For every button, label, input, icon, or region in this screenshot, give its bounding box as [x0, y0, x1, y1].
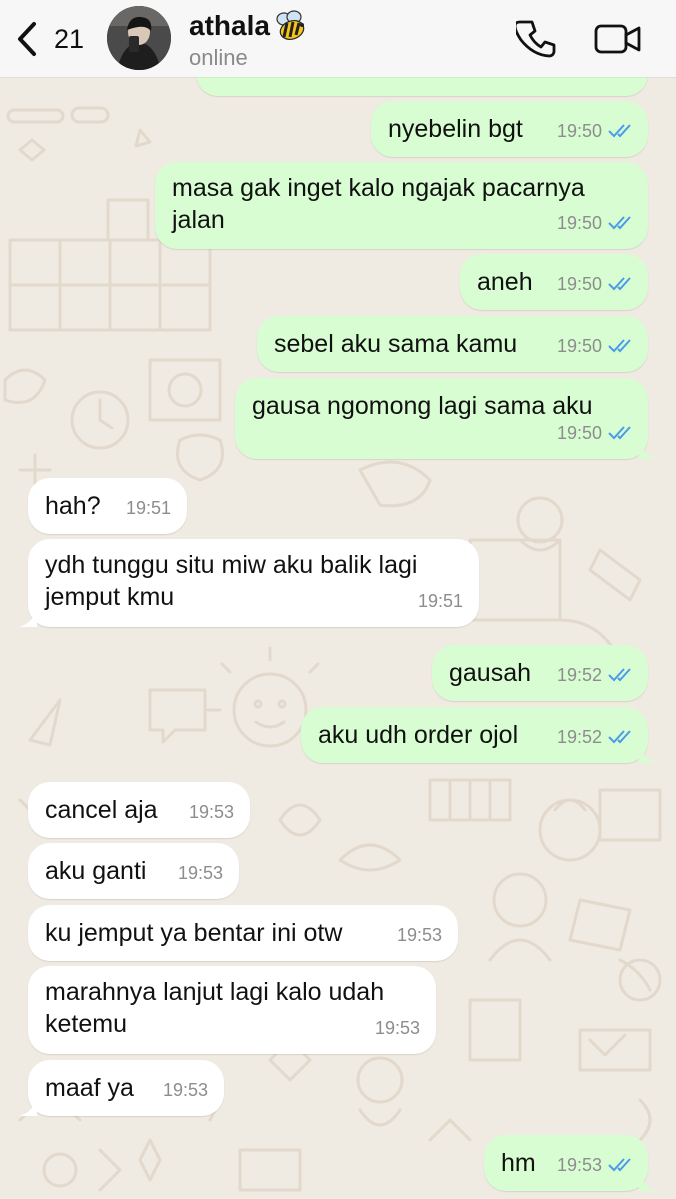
read-ticks-icon: [608, 338, 634, 354]
message-text: aku ganti: [45, 857, 147, 885]
read-ticks-icon: [608, 729, 634, 745]
message-meta: 19:50: [557, 330, 634, 362]
bubble-tail: [19, 609, 37, 627]
message-bubble-outgoing[interactable]: aku udh order ojol 19:52: [301, 707, 657, 763]
message-text: maaf ya: [45, 1074, 134, 1102]
message-bubble-incoming[interactable]: hah? 19:51: [28, 478, 187, 534]
message-time: 19:53: [396, 925, 442, 945]
message-bubble-outgoing[interactable]: hm 19:53: [484, 1135, 657, 1191]
bubble-tail: [639, 745, 657, 763]
voice-call-button[interactable]: [513, 18, 558, 60]
contact-status: online: [189, 45, 248, 70]
message-bubble-incoming[interactable]: maaf ya 19:53: [19, 1060, 224, 1116]
read-ticks-icon: [608, 667, 634, 683]
message-time: 19:50: [556, 121, 602, 141]
contact-name-text: athala: [189, 10, 270, 41]
message-meta: 19:53: [375, 1012, 420, 1044]
message-meta: 19:50: [557, 268, 634, 300]
message-text: aneh: [477, 268, 533, 296]
message-meta: 19:50: [557, 417, 634, 449]
message-text: cancel aja: [45, 796, 158, 824]
message-text: hah?: [45, 492, 101, 520]
back-button[interactable]: 21: [14, 20, 84, 58]
message-text: nyebelin bgt: [388, 115, 523, 143]
message-meta: 19:51: [126, 492, 171, 524]
message-time: 19:53: [556, 1155, 602, 1175]
message-text: ydh tunggu situ miw aku balik lagi jempu…: [45, 549, 417, 613]
message-time: 19:53: [374, 1018, 420, 1038]
message-time: 19:51: [417, 591, 463, 611]
message-meta: 19:50: [557, 207, 634, 239]
chevron-left-icon: [18, 22, 36, 56]
bubble-tail: [19, 1098, 37, 1116]
message-text: gausah: [449, 659, 532, 687]
message-bubble-outgoing[interactable]: nyebelin bgt 19:50: [371, 101, 648, 157]
message-bubble-incoming[interactable]: ydh tunggu situ miw aku balik lagi jempu…: [19, 539, 479, 627]
contact-name: athala: [189, 9, 308, 43]
message-line: ketemu: [45, 1010, 127, 1038]
message-text: hm: [501, 1149, 536, 1177]
phone-icon: [513, 20, 556, 58]
message-time: 19:50: [556, 336, 602, 356]
read-ticks-icon: [608, 123, 634, 139]
read-ticks-icon: [608, 215, 634, 231]
message-bubble-outgoing[interactable]: gausa ngomong lagi sama aku 19:50: [235, 378, 657, 459]
message-text: masa gak inget kalo ngajak pacarnya jala…: [172, 172, 585, 236]
video-camera-icon: [594, 24, 641, 54]
avatar[interactable]: [107, 6, 171, 70]
message-text: gausa ngomong lagi sama aku: [252, 392, 593, 420]
message-bubble-outgoing[interactable]: sebel aku sama kamu 19:50: [257, 316, 648, 372]
message-time: 19:50: [556, 213, 602, 233]
video-call-button[interactable]: [594, 20, 642, 58]
message-time: 19:53: [177, 863, 223, 883]
message-time: 19:53: [162, 1080, 208, 1100]
message-text: ku jemput ya bentar ini otw: [45, 919, 343, 947]
message-meta: 19:53: [397, 919, 442, 951]
message-bubble-outgoing[interactable]: masa gak inget kalo ngajak pacarnya jala…: [155, 162, 648, 249]
message-bubble-incoming[interactable]: cancel aja 19:53: [28, 782, 250, 838]
message-text: sebel aku sama kamu: [274, 330, 518, 358]
message-time: 19:52: [556, 665, 602, 685]
read-ticks-icon: [608, 425, 634, 441]
chat-header: 21 athala online: [0, 0, 676, 77]
message-meta: 19:53: [189, 796, 234, 828]
message-text: aku udh order ojol: [318, 721, 519, 749]
bubble-tail: [639, 441, 657, 459]
read-ticks-icon: [608, 1157, 634, 1173]
message-time: 19:50: [556, 423, 602, 443]
message-line: marahnya lanjut lagi kalo udah: [45, 978, 385, 1006]
unread-count: 21: [54, 23, 85, 54]
message-line: masa gak inget kalo ngajak pacarnya: [172, 174, 585, 202]
message-time: 19:51: [125, 498, 171, 518]
message-meta: 19:52: [557, 659, 634, 691]
message-meta: 19:53: [163, 1074, 208, 1106]
message-bubble-incoming[interactable]: ku jemput ya bentar ini otw 19:53: [28, 905, 458, 961]
message-bubble-incoming[interactable]: aku ganti 19:53: [28, 843, 239, 899]
read-ticks-icon: [608, 276, 634, 292]
message-bubble-outgoing[interactable]: aneh 19:50: [460, 254, 648, 310]
message-meta: 19:52: [557, 721, 634, 753]
message-meta: 19:50: [557, 115, 634, 147]
message-time: 19:52: [556, 727, 602, 747]
message-line: jemput kmu: [45, 583, 175, 611]
message-bubble-incoming[interactable]: marahnya lanjut lagi kalo udah ketemu 19…: [28, 966, 436, 1054]
message-time: 19:53: [188, 802, 234, 822]
message-meta: 19:51: [418, 585, 463, 617]
bubble-tail: [639, 1173, 657, 1191]
message-meta: 19:53: [178, 857, 223, 889]
message-line: ydh tunggu situ miw aku balik lagi: [45, 551, 418, 579]
message-list: 19:50 nyebelin bgt 19:50 masa gak inget …: [0, 0, 676, 1199]
message-line: jalan: [172, 206, 225, 234]
message-bubble-outgoing[interactable]: gausah 19:52: [432, 645, 648, 701]
contact-info[interactable]: athala online: [189, 9, 308, 71]
bee-emoji-icon: [276, 10, 305, 41]
message-text: marahnya lanjut lagi kalo udah ketemu: [45, 976, 384, 1040]
message-time: 19:50: [556, 274, 602, 294]
message-meta: 19:53: [557, 1149, 634, 1181]
